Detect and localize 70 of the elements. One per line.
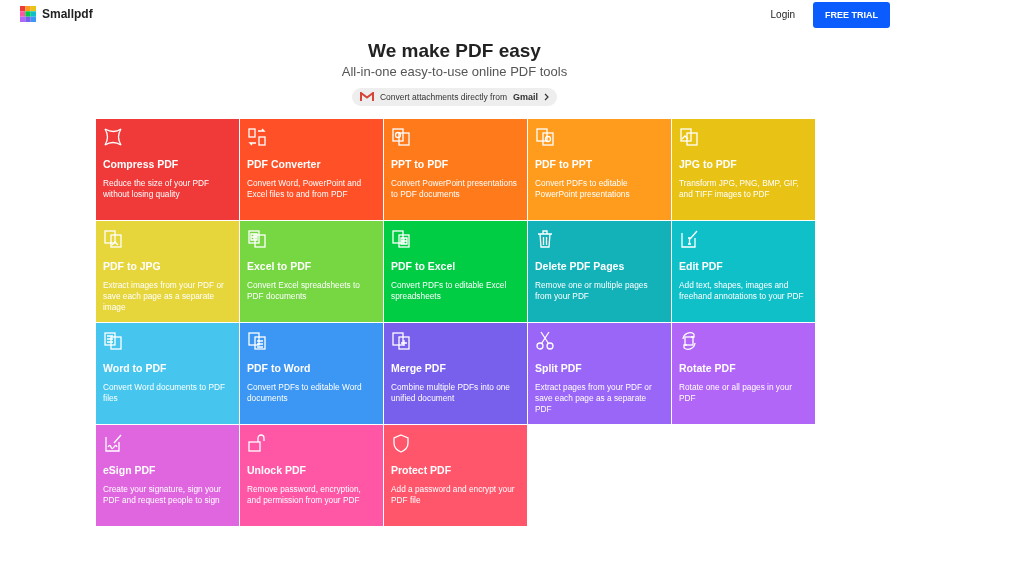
tool-title: PDF Converter (247, 158, 322, 170)
tool-card[interactable]: Delete PDF Pages Remove one or multiple pages from your PDF (528, 221, 671, 322)
tool-description: Convert PDFs to editable PowerPoint presentations (535, 178, 631, 200)
tool-card[interactable]: PDF to PPT Convert PDFs to editable PowerPoint presentations (528, 119, 671, 220)
page-subtitle: All-in-one easy-to-use online PDF tools (341, 64, 568, 79)
tool-card[interactable]: PDF Converter Convert Word, PowerPoint and Excel files to and from PDF (240, 119, 383, 220)
tool-card[interactable]: Split PDF Extract pages from your PDF or save each page as a separate PDF (528, 323, 671, 424)
tool-description: Remove one or multiple pages from your PDF (535, 280, 649, 302)
tool-title: Edit PDF (679, 260, 724, 272)
tool-card[interactable]: eSign PDF Create your signature, sign your PDF and request people to sign (96, 425, 239, 526)
tool-description: Convert PDFs to editable Excel spreadsheets (391, 280, 508, 302)
tool-description: Transform JPG, PNG, BMP, GIF, and TIFF images to PDF (679, 178, 800, 200)
tool-description: Convert Word documents to PDF files (103, 382, 227, 404)
tool-description: Convert Excel spreadsheets to PDF documents (247, 280, 361, 302)
tool-card[interactable]: PPT to PDF Convert PowerPoint presentations to PDF documents (384, 119, 527, 220)
split-icon (535, 331, 555, 351)
brand-name: Smallpdf (42, 7, 93, 21)
tool-description: Extract images from your PDF or save each page as a separate image (103, 280, 225, 313)
tool-title: Excel to PDF (247, 260, 313, 272)
tool-card[interactable]: Protect PDF Add a password and encrypt your PDF file (384, 425, 527, 526)
tool-card[interactable]: Edit PDF Add text, shapes, images and freehand annotations to your PDF (672, 221, 815, 322)
delete-icon (535, 229, 555, 249)
tool-description: Remove password, encryption, and permission from your PDF (247, 484, 362, 506)
tool-title: Compress PDF (103, 158, 180, 170)
tool-description: Extract pages from your PDF or save each page as a separate PDF (535, 382, 653, 415)
tool-title: PDF to JPG (103, 260, 162, 272)
protect-icon (391, 433, 411, 453)
tool-card[interactable]: PDF to Excel Convert PDFs to editable Excel spreadsheets (384, 221, 527, 322)
compress-icon (103, 127, 123, 147)
tool-title: PDF to Excel (391, 260, 457, 272)
rotate-icon (679, 331, 699, 351)
tool-card[interactable]: PDF to Word Convert PDFs to editable Word documents (240, 323, 383, 424)
tool-title: Rotate PDF (679, 362, 737, 374)
unlock-icon (247, 433, 267, 453)
tool-title: Split PDF (535, 362, 583, 374)
gmail-button[interactable]: Convert attachments directly from Gmail (351, 88, 558, 106)
tool-title: Word to PDF (103, 362, 168, 374)
tool-card[interactable]: Word to PDF Convert Word documents to PDF files (96, 323, 239, 424)
tool-title: Merge PDF (391, 362, 447, 374)
page-title: We make PDF easy (368, 40, 541, 62)
tool-description: Add a password and encrypt your PDF file (391, 484, 516, 506)
tool-title: Delete PDF Pages (535, 260, 626, 272)
tool-title: PDF to Word (247, 362, 312, 374)
tool-description: Create your signature, sign your PDF and request people to sign (103, 484, 223, 506)
login-link[interactable]: Login (770, 8, 795, 20)
tool-description: Combine multiple PDFs into one unified document (391, 382, 511, 404)
tool-card[interactable]: Excel to PDF Convert Excel spreadsheets to PDF documents (240, 221, 383, 322)
tool-description: Convert Word, PowerPoint and Excel files to and from PDF (247, 178, 363, 200)
free-trial-button[interactable]: FREE TRIAL (813, 1, 890, 28)
tool-card[interactable]: PDF to JPG Extract images from your PDF or save each page as a separate image (96, 221, 239, 322)
tool-description: Convert PowerPoint presentations to PDF documents (391, 178, 518, 200)
tool-description: Reduce the size of your PDF without losing quality (103, 178, 211, 200)
chevron-icon (544, 93, 550, 101)
tool-title: eSign PDF (103, 464, 157, 476)
tool-card[interactable]: JPG to PDF Transform JPG, PNG, BMP, GIF, and TIFF images to PDF (672, 119, 815, 220)
tool-card[interactable]: Merge PDF Combine multiple PDFs into one unified document (384, 323, 527, 424)
tool-card[interactable]: Compress PDF Reduce the size of your PDF without losing quality (96, 119, 239, 220)
edit-icon (679, 229, 699, 249)
tool-description: Add text, shapes, images and freehand annotations to your PDF (679, 280, 805, 302)
tool-card[interactable]: Unlock PDF Remove password, encryption, and permission from your PDF (240, 425, 383, 526)
tool-title: Unlock PDF (247, 464, 307, 476)
tool-title: PDF to PPT (535, 158, 594, 170)
tool-title: PPT to PDF (391, 158, 450, 170)
tool-card[interactable]: Rotate PDF Rotate one or all pages in your PDF (672, 323, 815, 424)
tool-title: Protect PDF (391, 464, 453, 476)
tool-title: JPG to PDF (679, 158, 738, 170)
tool-description: Rotate one or all pages in your PDF (679, 382, 793, 404)
logo-icon (20, 6, 36, 22)
mail-icon (359, 92, 374, 102)
tool-description: Convert PDFs to editable Word documents (247, 382, 363, 404)
